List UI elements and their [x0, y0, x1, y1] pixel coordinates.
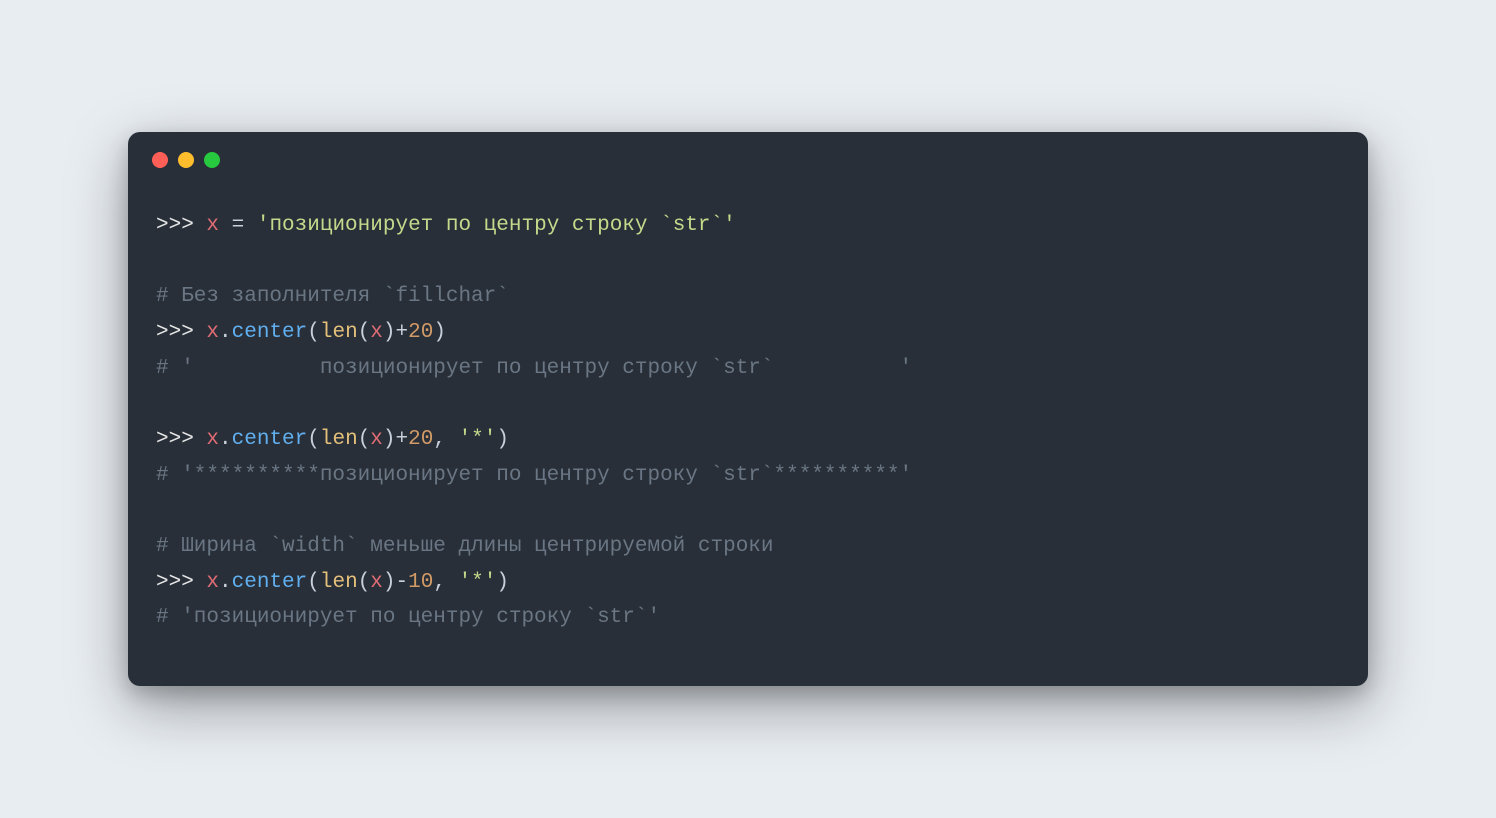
paren: ( [358, 321, 371, 344]
variable-name: x [206, 321, 219, 344]
dot-op: . [219, 321, 232, 344]
comment-line: # Без заполнителя `fillchar` [156, 285, 509, 308]
paren: ( [358, 428, 371, 451]
code-window: >>> x = 'позиционирует по центру строку … [128, 132, 1368, 686]
func-name: len [320, 428, 358, 451]
variable-name: x [370, 571, 383, 594]
variable-name: x [370, 321, 383, 344]
close-icon[interactable] [152, 152, 168, 168]
comment-line: # Ширина `width` меньше длины центрируем… [156, 535, 774, 558]
variable-name: x [206, 571, 219, 594]
string-literal: 'позиционирует по центру строку `str`' [257, 214, 736, 237]
repl-prompt: >>> [156, 321, 206, 344]
paren-op: )+ [383, 428, 408, 451]
maximize-icon[interactable] [204, 152, 220, 168]
assign-op: = [219, 214, 257, 237]
dot-op: . [219, 428, 232, 451]
method-name: center [232, 321, 308, 344]
string-literal: '*' [459, 571, 497, 594]
comment-line: # '**********позиционирует по центру стр… [156, 464, 912, 487]
method-name: center [232, 571, 308, 594]
repl-prompt: >>> [156, 428, 206, 451]
number-literal: 20 [408, 321, 433, 344]
func-name: len [320, 321, 358, 344]
repl-prompt: >>> [156, 214, 206, 237]
string-literal: '*' [459, 428, 497, 451]
func-name: len [320, 571, 358, 594]
paren: ( [307, 428, 320, 451]
paren: ) [496, 571, 509, 594]
comma: , [433, 571, 458, 594]
paren: ( [358, 571, 371, 594]
minimize-icon[interactable] [178, 152, 194, 168]
paren: ( [307, 321, 320, 344]
repl-prompt: >>> [156, 571, 206, 594]
comment-line: # 'позиционирует по центру строку `str`' [156, 606, 660, 629]
paren-op: )+ [383, 321, 408, 344]
variable-name: x [206, 428, 219, 451]
number-literal: 20 [408, 428, 433, 451]
variable-name: x [370, 428, 383, 451]
variable-name: x [206, 214, 219, 237]
number-literal: 10 [408, 571, 433, 594]
comma: , [433, 428, 458, 451]
paren: ( [307, 571, 320, 594]
comment-line: # ' позиционирует по центру строку `str`… [156, 357, 912, 380]
paren: ) [496, 428, 509, 451]
window-titlebar [128, 132, 1368, 168]
code-block: >>> x = 'позиционирует по центру строку … [128, 168, 1368, 686]
dot-op: . [219, 571, 232, 594]
paren: ) [433, 321, 446, 344]
method-name: center [232, 428, 308, 451]
paren-op: )- [383, 571, 408, 594]
